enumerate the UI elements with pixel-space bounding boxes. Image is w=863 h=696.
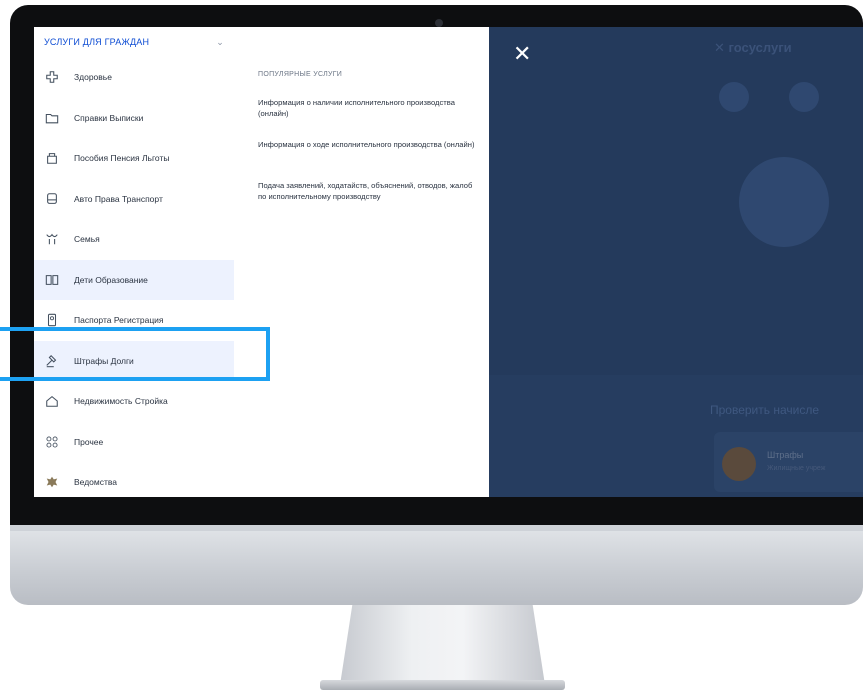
card-subtitle: Жилищные учреж [767,465,826,472]
sidebar-item-label: Семья [74,234,100,245]
sidebar-item-label: Прочее [74,436,104,447]
sidebar-item-family[interactable]: Семья [34,219,234,260]
sidebar-item-realty[interactable]: Недвижимость Стройка [34,381,234,422]
service-link[interactable]: Подача заявлений, ходатайств, объяснений… [258,180,478,202]
sidebar-item-label: Ведомства [74,477,118,488]
sidebar-item-label: Дети Образование [74,274,148,285]
family-icon [44,231,60,247]
camera-dot [435,19,443,27]
monitor-chin-strip [10,525,863,531]
robot-avatar [739,157,829,247]
folder-icon [44,110,60,126]
book-icon [44,272,60,288]
chevron-down-icon: ⌄ [216,36,224,47]
screen: УСЛУГИ ДЛЯ ГРАЖДАН ⌄ Здоровье Справки Вы… [34,27,863,497]
popular-services-panel: ПОПУЛЯРНЫЕ УСЛУГИ Информация о наличии и… [234,27,489,497]
sidebar-item-label: Паспорта Регистрация [74,315,164,326]
sidebar-item-other[interactable]: Прочее [34,422,234,463]
sidebar-item-education[interactable]: Дети Образование [34,259,234,300]
passport-icon [44,312,60,328]
highlight-box [0,327,270,381]
sidebar-item-label: Здоровье [74,72,112,83]
grid-icon [44,434,60,450]
sidebar-item-label: Недвижимость Стройка [74,396,168,407]
card-avatar [722,447,756,481]
sidebar-item-benefits[interactable]: Пособия Пенсия Льготы [34,138,234,179]
brand-name: госуслуги [728,40,792,55]
house-icon [44,393,60,409]
services-sidebar: УСЛУГИ ДЛЯ ГРАЖДАН ⌄ Здоровье Справки Вы… [34,27,235,497]
car-icon [44,191,60,207]
section-title: Проверить начисле [710,403,820,417]
sidebar-item-documents[interactable]: Справки Выписки [34,98,234,139]
sidebar-item-agencies[interactable]: Ведомства [34,462,234,497]
sidebar-header[interactable]: УСЛУГИ ДЛЯ ГРАЖДАН ⌄ [34,27,234,57]
sidebar-item-label: Авто Права Транспорт [74,193,163,204]
monitor-stand-foot [320,680,565,690]
service-link[interactable]: Информация о ходе исполнительного произв… [258,139,478,150]
monitor-chin [10,525,863,605]
wallet-icon [44,150,60,166]
popular-services-title: ПОПУЛЯРНЫЕ УСЛУГИ [258,71,343,78]
monitor-stand [340,605,545,685]
ghost-circle [719,82,749,112]
ghost-circle [789,82,819,112]
sidebar-item-transport[interactable]: Авто Права Транспорт [34,179,234,220]
sidebar-item-health[interactable]: Здоровье [34,57,234,98]
emblem-icon [44,474,60,490]
card-title: Штрафы [767,450,804,460]
sidebar-item-label: Пособия Пенсия Льготы [74,153,170,164]
sidebar-item-label: Справки Выписки [74,112,144,123]
service-link[interactable]: Информация о наличии исполнительного про… [258,97,478,119]
page-overlay[interactable]: ✕ ✕ госуслуги Проверить начисле Штрафы Ж… [489,27,863,497]
brand-logo: ✕ госуслуги [714,40,792,55]
health-icon [44,69,60,85]
close-icon[interactable]: ✕ [513,41,531,67]
sidebar-header-label: УСЛУГИ ДЛЯ ГРАЖДАН [44,37,150,47]
